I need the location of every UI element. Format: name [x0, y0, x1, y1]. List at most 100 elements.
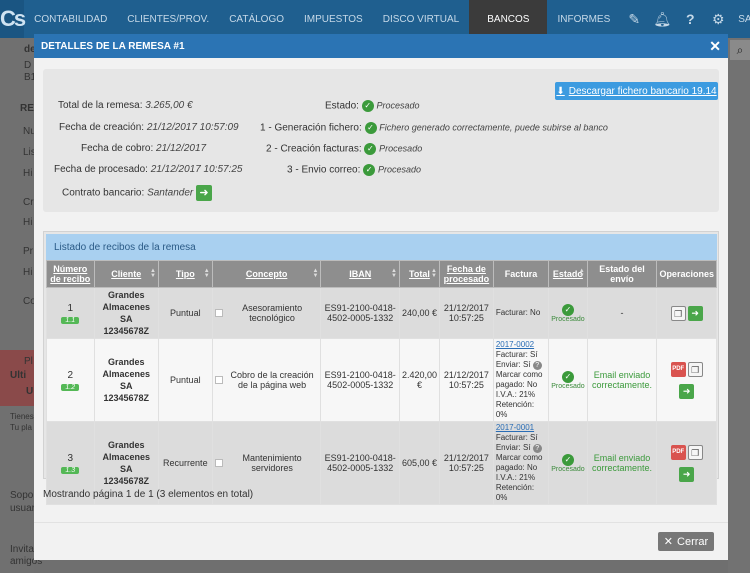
arrow-right-icon[interactable]: ➜	[687, 305, 703, 321]
bg-text: D	[24, 60, 32, 71]
col-estado-envio: Estado del envío	[586, 260, 658, 288]
gear-icon[interactable]: ⚙	[704, 0, 732, 38]
paso3-value: Procesado	[377, 164, 421, 175]
list-title: Listado de recibos de la remesa	[46, 234, 717, 260]
modal-title: DETALLES DE LA REMESA #1	[41, 40, 185, 52]
help-icon[interactable]: ?	[532, 361, 542, 370]
bg-text: Hi	[23, 168, 33, 179]
salir-link[interactable]: SALIR	[732, 14, 750, 25]
copy-icon[interactable]: ❐	[670, 305, 686, 321]
bg-text: Pl	[24, 356, 33, 367]
check-icon: ✓	[361, 100, 374, 112]
bell-icon[interactable]: 🔔︎	[648, 0, 676, 38]
cell-fecha: 21/12/2017 10:57:25	[439, 287, 494, 339]
col-cliente[interactable]: Cliente ▲ ▼	[93, 260, 159, 288]
cell-operaciones: PDF ❐ ➜	[656, 421, 717, 505]
cell-tipo: Puntual	[157, 287, 213, 339]
bg-text: usuar	[10, 503, 36, 514]
cell-fecha: 21/12/2017 10:57:25	[439, 421, 494, 505]
receipt-badge: 1.3	[61, 466, 80, 474]
check-icon: ✓	[561, 453, 574, 466]
table-row: 2 1.2 Grandes Almacenes SA 12345678Z Punt…	[46, 338, 717, 422]
bg-text: Pr	[23, 246, 33, 257]
col-numero[interactable]: Número de recibo	[46, 260, 95, 288]
contrato-value: Santander	[147, 187, 194, 199]
contrato-label: Contrato bancario:	[62, 187, 145, 199]
nav-contabilidad[interactable]: CONTABILIDAD	[24, 0, 117, 38]
procesado-value: 21/12/2017 10:57:25	[150, 164, 243, 175]
copy-icon[interactable]: ❐	[687, 361, 703, 377]
col-estado[interactable]: Estado ▲ ▼	[548, 260, 588, 288]
bg-text: Sopo	[10, 490, 34, 501]
row-checkbox[interactable]	[214, 376, 223, 384]
arrow-right-icon[interactable]: ➜	[679, 383, 695, 399]
nav-informes[interactable]: INFORMES	[547, 0, 620, 38]
arrow-right-icon[interactable]: ➜	[679, 466, 695, 482]
invoice-link[interactable]: 2017-0002	[496, 340, 534, 349]
remesa-details-modal: DETALLES DE LA REMESA #1 ✕ ⬇ Descargar f…	[34, 34, 728, 560]
close-button[interactable]: ✕ Cerrar	[658, 532, 714, 551]
cell-concepto: Cobro de la creación de la página web	[211, 338, 322, 422]
bg-text: Hi	[23, 217, 33, 228]
app-logo[interactable]: Cs	[0, 0, 26, 38]
col-total[interactable]: Total ▲ ▼	[398, 260, 441, 288]
row-checkbox[interactable]	[214, 459, 223, 467]
top-navigation: Cs CONTABILIDAD CLIENTES/PROV. CATÁLOGO …	[0, 0, 750, 38]
col-concepto[interactable]: Concepto ▲ ▼	[211, 260, 322, 288]
nav-clientes[interactable]: CLIENTES/PROV.	[117, 0, 219, 38]
sort-icon: ▲ ▼	[203, 268, 210, 279]
check-icon: ✓	[364, 122, 377, 134]
col-iban[interactable]: IBAN ▲ ▼	[320, 260, 400, 288]
bg-text: Hi	[23, 267, 33, 278]
cobro-value: 21/12/2017	[156, 143, 207, 154]
bg-text: RE	[20, 103, 34, 114]
pdf-icon[interactable]: PDF	[670, 361, 686, 377]
download-label: Descargar fichero bancario 19.14	[568, 85, 717, 97]
sort-icon: ▲ ▼	[312, 268, 319, 279]
cell-total: 605,00 €	[398, 421, 441, 505]
cell-operaciones: ❐ ➜	[656, 287, 717, 339]
cell-envio: -	[586, 287, 658, 339]
creacion-label: Fecha de creación:	[59, 122, 145, 133]
contrato-go-button[interactable]: ➜	[196, 185, 212, 201]
invoice-link[interactable]: 2017-0001	[496, 423, 534, 432]
col-tipo[interactable]: Tipo ▲ ▼	[157, 260, 213, 288]
search-icon: ⌕	[730, 40, 750, 60]
bg-text: Tienes	[10, 412, 34, 421]
download-bank-file-button[interactable]: ⬇ Descargar fichero bancario 19.14	[555, 82, 718, 100]
copy-icon[interactable]: ❐	[687, 444, 703, 460]
cell-cliente: Grandes Almacenes SA 12345678Z	[93, 338, 159, 422]
help-icon[interactable]: ?	[676, 0, 704, 38]
cell-total: 2.420,00 €	[398, 338, 441, 422]
edit-icon[interactable]: ✎	[620, 0, 648, 38]
row-checkbox[interactable]	[214, 309, 223, 317]
download-icon: ⬇	[556, 85, 565, 97]
paso2-value: Procesado	[379, 143, 423, 154]
help-icon[interactable]: ?	[532, 444, 542, 453]
cell-envio: Email enviado correctamente.	[586, 421, 658, 505]
creacion-value: 21/12/2017 10:57:09	[146, 122, 239, 133]
nav-disco-virtual[interactable]: DISCO VIRTUAL	[373, 0, 470, 38]
cell-estado: ✓ Procesado	[548, 287, 588, 339]
table-header-row: Número de recibo Cliente ▲ ▼ Tipo ▲ ▼ Concep…	[46, 260, 717, 288]
cell-concepto: Asesoramiento tecnológico	[211, 287, 322, 339]
pdf-icon[interactable]: PDF	[670, 444, 686, 460]
sort-icon: ▲ ▼	[149, 268, 156, 279]
nav-catalogo[interactable]: CATÁLOGO	[219, 0, 294, 38]
sort-icon: ▲ ▼	[431, 268, 437, 279]
paso1-value: Fichero generado correctamente, puede su…	[379, 122, 608, 133]
nav-bancos[interactable]: BANCOS	[469, 0, 548, 38]
col-fecha[interactable]: Fecha de procesado	[439, 260, 494, 288]
table-row: 1 1.1 Grandes Almacenes SA 12345678Z Punt…	[46, 287, 717, 339]
bg-text: Cr	[23, 197, 34, 208]
total-label: Total de la remesa:	[58, 100, 143, 111]
close-icon[interactable]: ✕	[709, 38, 721, 55]
paso3-label: 3 - Envio correo:	[287, 164, 361, 176]
col-factura: Factura	[492, 260, 550, 288]
cell-iban: ES91-2100-0418-4502-0005-1332	[320, 338, 400, 422]
nav-impuestos[interactable]: IMPUESTOS	[294, 0, 373, 38]
remesa-summary: ⬇ Descargar fichero bancario 19.14 Total…	[43, 69, 719, 212]
close-icon: ✕	[663, 536, 674, 548]
bg-text: U	[26, 386, 34, 397]
cobro-label: Fecha de cobro:	[81, 143, 154, 154]
